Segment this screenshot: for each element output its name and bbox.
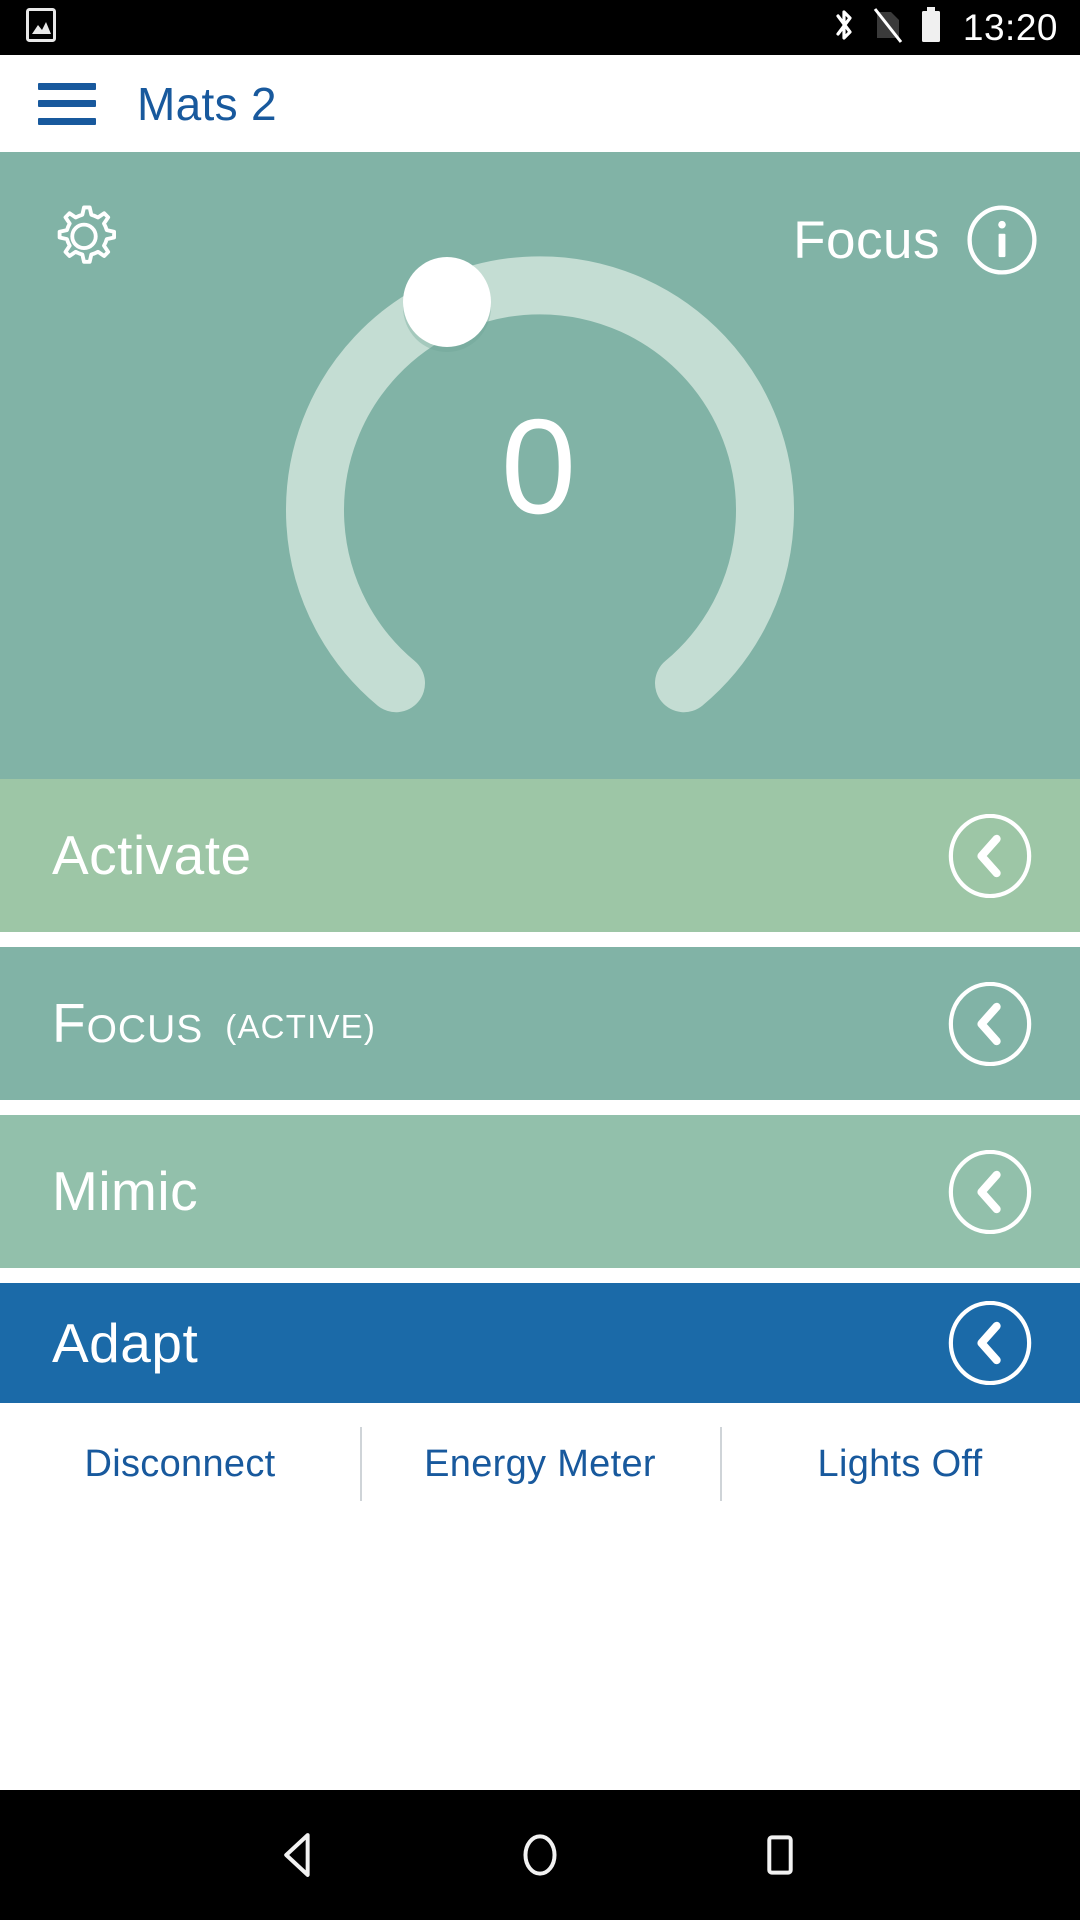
back-triangle-icon[interactable] <box>180 1790 420 1920</box>
battery-icon <box>919 6 943 49</box>
scene-label: Adapt <box>52 1311 199 1374</box>
chevron-left-icon[interactable] <box>948 813 1032 898</box>
scene-label: Activate <box>52 824 252 886</box>
chevron-left-icon[interactable] <box>948 981 1032 1066</box>
recents-square-icon[interactable] <box>660 1790 900 1920</box>
dial-knob <box>403 257 491 347</box>
scene-list: Activate Focus (ACTIVE) Mimic Adapt <box>0 779 1080 1403</box>
status-bar-system-icons: 13:20 <box>831 6 1058 49</box>
chevron-left-icon[interactable] <box>948 1301 1032 1385</box>
scene-label: Focus <box>52 992 204 1054</box>
scene-active-badge: (ACTIVE) <box>225 1008 377 1045</box>
status-bar-clock: 13:20 <box>962 7 1058 48</box>
hamburger-menu-icon[interactable] <box>38 82 96 125</box>
android-nav-bar <box>0 1790 1080 1920</box>
home-circle-icon[interactable] <box>420 1790 660 1920</box>
dial-track <box>286 256 794 713</box>
image-icon <box>26 8 56 47</box>
scene-row-adapt[interactable]: Adapt <box>0 1283 1080 1403</box>
brightness-dial[interactable] <box>0 152 1080 779</box>
disconnect-button[interactable]: Disconnect <box>0 1403 360 1525</box>
scene-label: Mimic <box>52 1160 199 1222</box>
chevron-left-icon[interactable] <box>948 1149 1032 1234</box>
status-bar: 13:20 <box>0 0 1080 55</box>
phone-screen: 13:20 Mats 2 Focus 0 Activate Focus (ACT… <box>0 0 1080 1920</box>
scene-row-focus[interactable]: Focus (ACTIVE) <box>0 947 1080 1100</box>
scene-row-activate[interactable]: Activate <box>0 779 1080 932</box>
scene-row-mimic[interactable]: Mimic <box>0 1115 1080 1268</box>
dial-panel: Focus 0 <box>0 152 1080 779</box>
app-bar: Mats 2 <box>0 55 1080 152</box>
no-sim-icon <box>873 6 903 49</box>
energy-meter-button[interactable]: Energy Meter <box>360 1403 720 1525</box>
action-bar: Disconnect Energy Meter Lights Off <box>0 1403 1080 1525</box>
page-title: Mats 2 <box>137 77 277 130</box>
bluetooth-icon <box>831 6 857 49</box>
lights-off-button[interactable]: Lights Off <box>720 1403 1080 1525</box>
status-bar-notifications <box>26 8 56 47</box>
